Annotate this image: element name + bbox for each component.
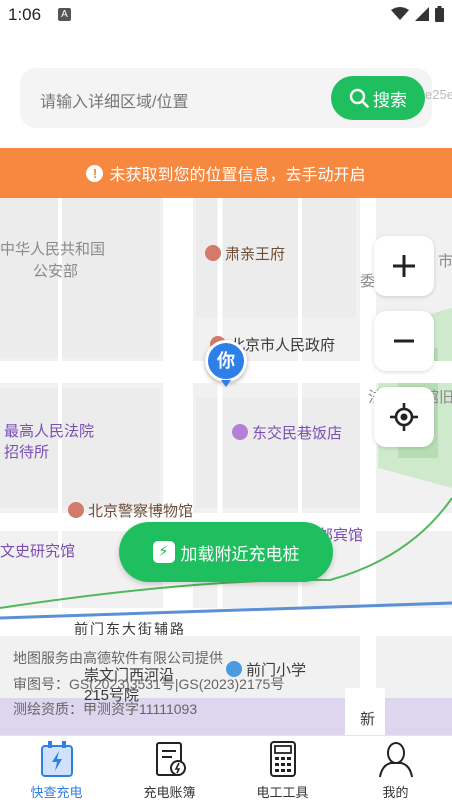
tab-label: 充电账簿 — [143, 785, 196, 800]
status-bar: 1:06 A — [0, 0, 452, 30]
search-button-label: 搜索 — [373, 90, 407, 110]
search-button[interactable]: 搜索 — [331, 76, 425, 120]
alert-icon: ! — [86, 164, 104, 182]
location-alert-bar[interactable]: ! 未获取到您的位置信息，去手动开启 — [0, 148, 452, 198]
tab-electrician-tools[interactable]: 电工工具 — [226, 736, 339, 805]
poi-label: 招待所 — [4, 444, 50, 461]
zoom-in-button[interactable] — [374, 236, 434, 296]
poi-label: 市 — [438, 253, 452, 270]
poi-pin-icon — [205, 245, 221, 261]
poi-label: 文史研究馆 — [0, 543, 76, 560]
map-attribution: 测绘资质：甲测资字11111093 — [13, 701, 198, 717]
search-input[interactable]: 请输入详细区域/位置 — [40, 88, 188, 112]
poi-police-museum[interactable]: 北京警察博物馆 — [68, 500, 193, 521]
poi-label: 委 — [360, 273, 376, 290]
zoom-out-button[interactable] — [374, 311, 434, 371]
notification-icon: A — [58, 8, 71, 21]
poi-label: 新 — [360, 711, 376, 728]
map-attribution: 审图号：GS(2023)3531号|GS(2023)2175号 — [13, 676, 285, 692]
tab-profile[interactable]: 我的 — [339, 736, 452, 805]
marker-tail — [221, 380, 231, 387]
search-area: 请输入详细区域/位置 e25e 搜索 — [0, 30, 452, 148]
tab-label: 电工工具 — [256, 785, 309, 800]
search-overflow-text: e25e — [425, 87, 452, 102]
poi-label: 最高人民法院 — [4, 423, 95, 440]
poi-label: 北京警察博物馆 — [88, 503, 194, 520]
bottom-tab-bar: 快查充电 充电账簿 电工工具 我的 — [0, 735, 452, 805]
poi-label: 北京市人民政府 — [230, 337, 336, 354]
charging-station-icon — [40, 741, 73, 777]
minus-icon — [394, 339, 414, 343]
lightning-icon: ⚡ — [152, 541, 175, 563]
tab-label: 快查充电 — [30, 785, 83, 800]
poi-pin-icon — [232, 424, 248, 440]
road-label: 前门东大街辅路 — [74, 621, 186, 637]
poi-dongjiao[interactable]: 东交民巷饭店 — [232, 422, 342, 443]
cellular-icon — [415, 7, 429, 21]
poi-pin-icon — [68, 502, 84, 518]
calculator-icon — [269, 741, 296, 777]
crosshair-icon — [390, 403, 418, 431]
poi-label: 中华人民共和国 — [0, 241, 106, 258]
plus-icon — [393, 255, 415, 277]
current-location-marker[interactable]: 你 — [205, 340, 247, 382]
status-time: 1:06 — [8, 5, 42, 24]
locate-button[interactable] — [374, 387, 434, 447]
poi-label: 东交民巷饭店 — [252, 425, 343, 442]
alert-text: 未获取到您的位置信息，去手动开启 — [109, 167, 366, 184]
battery-icon — [435, 6, 444, 22]
tab-quick-charge[interactable]: 快查充电 — [0, 736, 113, 805]
status-icons — [391, 6, 444, 22]
wifi-icon — [391, 7, 409, 20]
load-button-label: 加载附近充电桩 — [180, 544, 300, 564]
ledger-icon — [155, 742, 186, 776]
user-icon — [378, 742, 413, 778]
poi-label: 肃亲王府 — [225, 246, 286, 263]
search-box[interactable]: 请输入详细区域/位置 e25e 搜索 — [20, 68, 452, 128]
load-nearby-chargers-button[interactable]: ⚡ 加载附近充电桩 — [119, 522, 333, 582]
map-view[interactable]: 中华人民共和国 公安部 肃亲王府 市 委 北京市人民政府 法 馆旧 最高人民法院… — [0, 198, 452, 735]
search-icon — [349, 88, 369, 108]
poi-label: 公安部 — [33, 263, 79, 280]
tab-label: 我的 — [382, 785, 409, 800]
tab-charge-ledger[interactable]: 充电账簿 — [113, 736, 226, 805]
poi-sujin[interactable]: 肃亲王府 — [205, 243, 285, 264]
map-attribution: 地图服务由高德软件有限公司提供 — [13, 650, 223, 666]
